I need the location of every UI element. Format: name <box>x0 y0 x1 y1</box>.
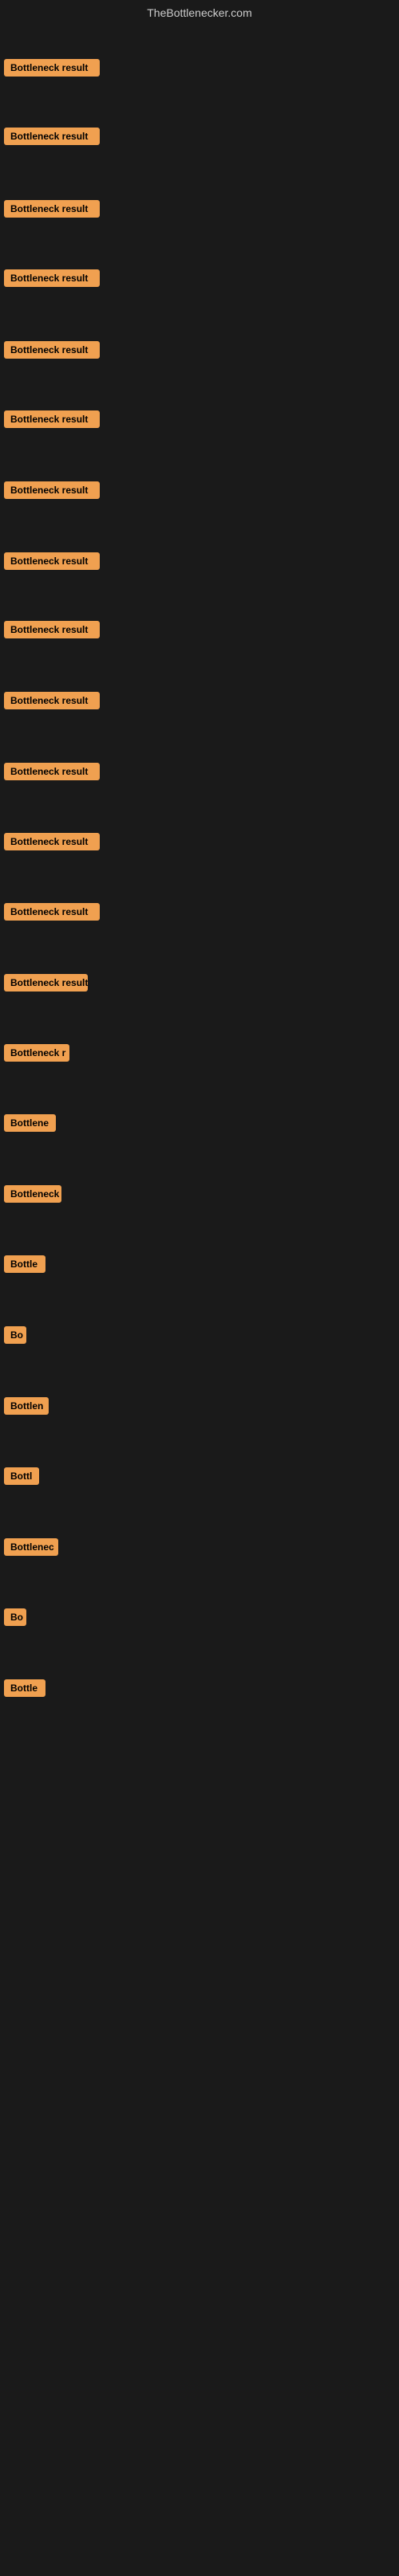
bottleneck-badge-15[interactable]: Bottleneck r <box>4 1044 69 1062</box>
bottleneck-badge-13[interactable]: Bottleneck result <box>4 903 100 921</box>
bottleneck-row-10: Bottleneck result <box>0 688 104 717</box>
bottleneck-badge-9[interactable]: Bottleneck result <box>4 621 100 638</box>
bottleneck-badge-5[interactable]: Bottleneck result <box>4 341 100 359</box>
bottleneck-badge-21[interactable]: Bottl <box>4 1467 39 1485</box>
bottleneck-badge-2[interactable]: Bottleneck result <box>4 128 100 145</box>
bottleneck-row-16: Bottlene <box>0 1110 60 1140</box>
bottleneck-row-21: Bottl <box>0 1463 43 1493</box>
bottleneck-row-6: Bottleneck result <box>0 406 104 436</box>
bottleneck-row-19: Bo <box>0 1322 30 1352</box>
bottleneck-badge-6[interactable]: Bottleneck result <box>4 410 100 428</box>
bottleneck-row-17: Bottleneck <box>0 1181 65 1211</box>
bottleneck-row-9: Bottleneck result <box>0 617 104 646</box>
bottleneck-row-4: Bottleneck result <box>0 265 104 295</box>
bottleneck-row-2: Bottleneck result <box>0 124 104 153</box>
bottleneck-row-24: Bottle <box>0 1675 49 1705</box>
bottleneck-badge-19[interactable]: Bo <box>4 1326 26 1344</box>
bottleneck-row-7: Bottleneck result <box>0 477 104 507</box>
bottleneck-row-8: Bottleneck result <box>0 548 104 578</box>
bottleneck-badge-1[interactable]: Bottleneck result <box>4 59 100 77</box>
bottleneck-badge-7[interactable]: Bottleneck result <box>4 481 100 499</box>
bottleneck-badge-22[interactable]: Bottlenec <box>4 1538 58 1556</box>
bottleneck-badge-4[interactable]: Bottleneck result <box>4 269 100 287</box>
rows-container: Bottleneck result Bottleneck result Bottle… <box>0 26 399 2576</box>
bottleneck-badge-12[interactable]: Bottleneck result <box>4 833 100 850</box>
bottleneck-row-18: Bottle <box>0 1251 49 1281</box>
site-title: TheBottlenecker.com <box>0 0 399 26</box>
bottleneck-row-23: Bo <box>0 1604 30 1634</box>
bottleneck-badge-18[interactable]: Bottle <box>4 1255 45 1273</box>
bottleneck-row-15: Bottleneck r <box>0 1040 73 1070</box>
bottleneck-row-11: Bottleneck result <box>0 759 104 788</box>
bottleneck-badge-14[interactable]: Bottleneck result <box>4 974 88 992</box>
bottleneck-row-12: Bottleneck result <box>0 829 104 858</box>
bottleneck-row-22: Bottlenec <box>0 1534 62 1564</box>
bottleneck-badge-10[interactable]: Bottleneck result <box>4 692 100 709</box>
bottleneck-badge-3[interactable]: Bottleneck result <box>4 200 100 218</box>
bottleneck-badge-23[interactable]: Bo <box>4 1608 26 1626</box>
bottleneck-row-13: Bottleneck result <box>0 899 104 929</box>
bottleneck-badge-16[interactable]: Bottlene <box>4 1114 56 1132</box>
bottleneck-badge-11[interactable]: Bottleneck result <box>4 763 100 780</box>
bottleneck-row-1: Bottleneck result <box>0 55 104 84</box>
bottleneck-badge-17[interactable]: Bottleneck <box>4 1185 61 1203</box>
bottleneck-badge-20[interactable]: Bottlen <box>4 1397 49 1415</box>
bottleneck-row-20: Bottlen <box>0 1393 53 1423</box>
bottleneck-badge-8[interactable]: Bottleneck result <box>4 552 100 570</box>
bottleneck-badge-24[interactable]: Bottle <box>4 1679 45 1697</box>
bottleneck-row-3: Bottleneck result <box>0 196 104 226</box>
bottleneck-row-14: Bottleneck result <box>0 970 92 999</box>
bottleneck-row-5: Bottleneck result <box>0 337 104 367</box>
page-container: TheBottlenecker.com Bottleneck resultBot… <box>0 0 399 2576</box>
